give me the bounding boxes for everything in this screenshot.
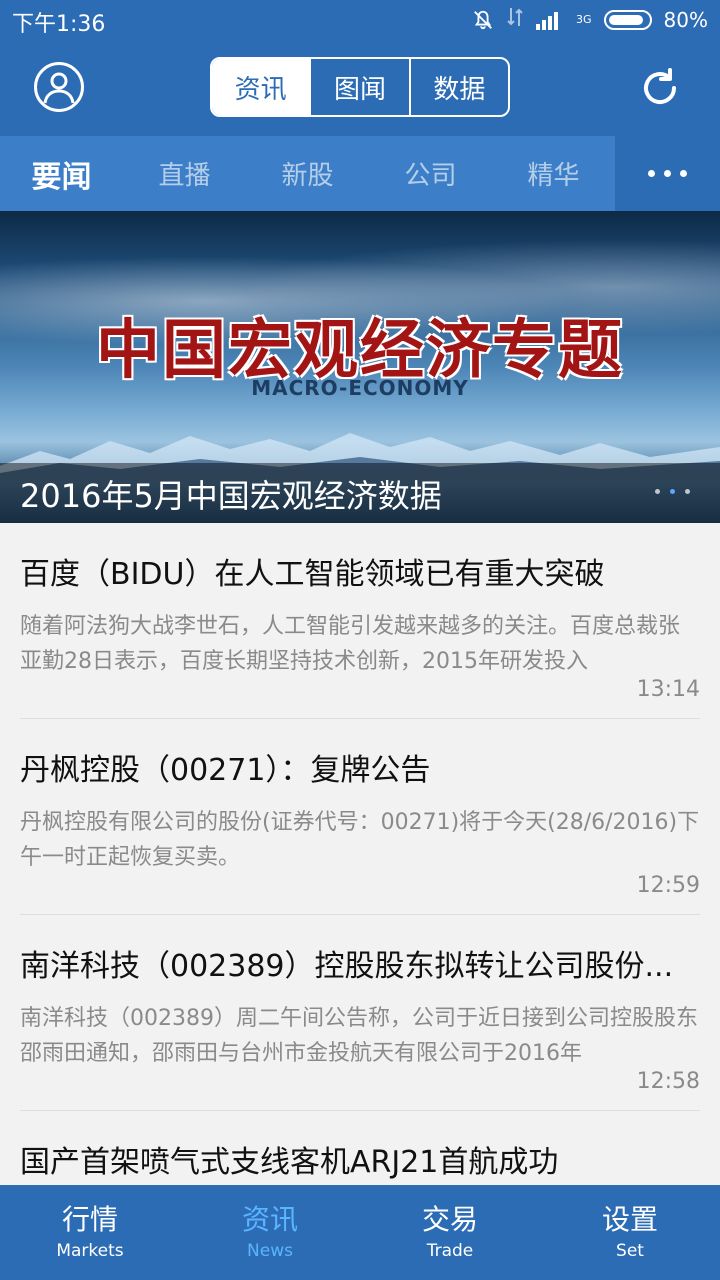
banner-carousel[interactable]: 中国宏观经济专题 MACRO-ECONOMY 2016年5月中国宏观经济数据	[0, 211, 720, 523]
network-type: 3G	[576, 13, 592, 26]
segment-data[interactable]: 数据	[411, 59, 508, 115]
nav-label-cn: 资讯	[241, 1202, 298, 1236]
category-tabs: 要闻 直播 新股 公司 精华	[0, 136, 615, 211]
news-title: 南洋科技（002389）控股股东拟转让公司股份...	[20, 949, 674, 984]
tab-featured[interactable]: 精华	[492, 136, 615, 211]
nav-label-en: Trade	[426, 1240, 474, 1261]
bell-mute-icon	[472, 9, 494, 31]
news-summary: 丹枫控股有限公司的股份(证券代号：00271)将于今天(28/6/2016)下午…	[20, 810, 700, 870]
nav-label-cn: 行情	[61, 1202, 118, 1236]
news-time: 12:58	[636, 1069, 700, 1094]
news-item[interactable]: 丹枫控股（00271）：复牌公告 丹枫控股有限公司的股份(证券代号：00271)…	[20, 719, 700, 915]
banner-caption-bar: 2016年5月中国宏观经济数据	[0, 463, 720, 523]
data-arrows-icon	[506, 6, 524, 33]
nav-label-en: Markets	[56, 1240, 124, 1261]
tab-ipo[interactable]: 新股	[246, 136, 369, 211]
news-summary: 南洋科技（002389）周二午间公告称，公司于近日接到公司控股股东邵雨田通知，邵…	[20, 1006, 698, 1066]
segment-photo-news[interactable]: 图闻	[311, 59, 411, 115]
refresh-icon[interactable]	[636, 64, 684, 112]
news-item[interactable]: 南洋科技（002389）控股股东拟转让公司股份... 南洋科技（002389）周…	[20, 915, 700, 1111]
news-title: 丹枫控股（00271）：复牌公告	[20, 753, 431, 788]
nav-label-cn: 设置	[601, 1202, 658, 1236]
battery-percent: 80%	[663, 7, 708, 32]
carousel-dot	[655, 489, 660, 494]
news-list: 百度（BIDU）在人工智能领域已有重大突破 随着阿法狗大战李世石，人工智能引发越…	[0, 523, 720, 1185]
category-bar: 要闻 直播 新股 公司 精华	[0, 136, 720, 211]
status-bar: 下午1:36 3G 80%	[0, 0, 720, 40]
news-time: 13:14	[636, 677, 700, 702]
news-title: 百度（BIDU）在人工智能领域已有重大突破	[20, 557, 605, 592]
carousel-dot	[685, 489, 690, 494]
nav-markets[interactable]: 行情 Markets	[0, 1185, 180, 1280]
status-time: 下午1:36	[12, 12, 106, 37]
user-icon[interactable]	[34, 62, 84, 112]
news-item[interactable]: 国产首架喷气式支线客机ARJ21首航成功	[20, 1111, 700, 1185]
tab-headlines[interactable]: 要闻	[0, 136, 123, 211]
tab-live[interactable]: 直播	[123, 136, 246, 211]
carousel-dot-active	[670, 489, 675, 494]
nav-settings[interactable]: 设置 Set	[540, 1185, 720, 1280]
nav-trade[interactable]: 交易 Trade	[360, 1185, 540, 1280]
banner-subtitle: MACRO-ECONOMY	[251, 376, 469, 400]
banner-caption: 2016年5月中国宏观经济数据	[20, 477, 442, 515]
news-item[interactable]: 百度（BIDU）在人工智能领域已有重大突破 随着阿法狗大战李世石，人工智能引发越…	[20, 523, 700, 719]
nav-label-en: Set	[616, 1240, 644, 1261]
tab-company[interactable]: 公司	[369, 136, 492, 211]
news-time: 12:59	[636, 873, 700, 898]
segment-control: 资讯 图闻 数据	[210, 57, 510, 117]
app-header: 资讯 图闻 数据	[0, 40, 720, 136]
nav-label-cn: 交易	[421, 1202, 478, 1236]
bottom-nav: 行情 Markets 资讯 News 交易 Trade 设置 Set	[0, 1185, 720, 1280]
segment-news[interactable]: 资讯	[212, 59, 312, 115]
battery-icon	[603, 9, 652, 30]
news-summary: 随着阿法狗大战李世石，人工智能引发越来越多的关注。百度总裁张亚勤28日表示，百度…	[20, 614, 681, 674]
more-dots-icon[interactable]	[615, 136, 720, 211]
news-title: 国产首架喷气式支线客机ARJ21首航成功	[20, 1145, 559, 1180]
signal-icon	[536, 10, 564, 30]
nav-label-en: News	[247, 1240, 293, 1261]
nav-news[interactable]: 资讯 News	[180, 1185, 360, 1280]
carousel-indicator	[655, 489, 690, 494]
status-icons: 3G 80%	[472, 6, 708, 33]
